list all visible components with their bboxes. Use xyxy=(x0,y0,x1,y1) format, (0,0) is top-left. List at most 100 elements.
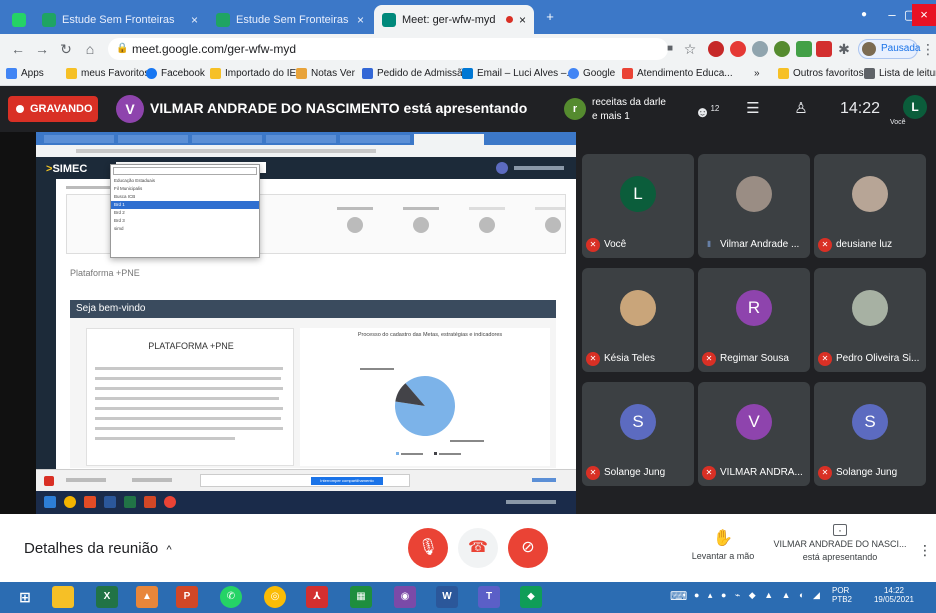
mic-muted-icon: ✕ xyxy=(702,352,716,366)
close-window-button[interactable]: × xyxy=(912,4,936,26)
tab-estude-2[interactable]: Estude Sem Fronteiras × xyxy=(208,5,372,34)
tab-meet[interactable]: Meet: ger-wfw-myd × xyxy=(374,5,534,34)
simec-logo: >SIMEC xyxy=(46,163,88,175)
forward-icon[interactable]: → xyxy=(32,39,52,59)
participant-tile[interactable]: ✕ Késia Teles xyxy=(582,268,694,372)
calculator-icon[interactable]: ▦ xyxy=(350,586,372,608)
pinned-chip[interactable]: r receitas da darle e mais 1 xyxy=(562,92,672,126)
extension-icon[interactable] xyxy=(816,41,832,57)
presenter-status: está apresentando xyxy=(802,552,878,562)
avatar xyxy=(852,176,888,212)
mic-muted-icon: ✕ xyxy=(586,238,600,252)
raise-hand-button[interactable]: ✋ Levantar a mão xyxy=(688,528,758,561)
powerpoint-icon[interactable]: P xyxy=(176,586,198,608)
meeting-details-button[interactable]: Detalhes da reunião ^ xyxy=(24,540,172,557)
bookmark-item[interactable]: Outros favoritos xyxy=(778,68,864,79)
home-icon[interactable]: ⌂ xyxy=(80,39,100,59)
clock[interactable]: 14:22 19/05/2021 xyxy=(868,586,920,604)
extension-icon[interactable] xyxy=(752,41,768,57)
excel-icon[interactable]: X xyxy=(96,586,118,608)
participant-tile[interactable]: S ✕ Solange Jung xyxy=(582,382,694,486)
step-circle xyxy=(347,217,363,233)
participant-tile[interactable]: ✕ Pedro Oliveira Si... xyxy=(814,268,926,372)
extension-icon[interactable] xyxy=(708,41,724,57)
more-options-icon[interactable]: ⋮ xyxy=(918,542,932,559)
whatsapp-icon[interactable]: ✆ xyxy=(220,586,242,608)
language-indicator[interactable]: POR PTB2 xyxy=(832,586,852,604)
new-tab-button[interactable]: + xyxy=(538,6,562,28)
keyboard-icon[interactable]: ⌨ xyxy=(670,589,687,603)
back-icon[interactable]: ← xyxy=(8,39,28,59)
participant-tile[interactable]: V ✕ VILMAR ANDRA... xyxy=(698,382,810,486)
mic-muted-icon: ✕ xyxy=(818,238,832,252)
star-icon[interactable]: ☆ xyxy=(680,39,700,59)
bookmark-item[interactable]: Lista de leitura xyxy=(864,68,936,79)
bookmark-item[interactable]: Atendimento Educa... xyxy=(622,68,733,79)
bookmark-label: Pedido de Admissã... xyxy=(377,68,471,79)
extension-icon[interactable] xyxy=(774,41,790,57)
bookmark-apps[interactable]: Apps xyxy=(6,68,44,79)
photos-icon[interactable]: ◉ xyxy=(394,586,416,608)
participant-tile[interactable]: ⦀ Vilmar Andrade ... xyxy=(698,154,810,258)
avatar: r xyxy=(564,98,586,120)
legend-label-line xyxy=(401,453,423,455)
activities-button[interactable]: ♙ xyxy=(788,97,814,121)
bookmark-item[interactable]: Pedido de Admissã... xyxy=(362,68,471,79)
tab-estude-1[interactable]: Estude Sem Fronteiras × xyxy=(34,5,206,34)
dropdown-item: Fil Municipalis xyxy=(114,186,143,191)
reload-icon[interactable]: ↻ xyxy=(56,39,76,59)
presenter-info-button[interactable]: · VILMAR ANDRADE DO NASCI... está aprese… xyxy=(770,524,910,564)
meeting-details-label: Detalhes da reunião xyxy=(24,540,159,557)
bookmark-label: Apps xyxy=(21,68,44,79)
url-input[interactable]: 🔒 meet.google.com/ger-wfw-myd xyxy=(108,38,668,60)
participant-tile[interactable]: L ✕ Você xyxy=(582,154,694,258)
tray-icons[interactable]: ● ▴ ● ⌁ ◆ ▲ ▲ ◐ ◢ xyxy=(694,590,823,601)
welcome-box: PLATAFORMA +PNE Processo do cadastro das… xyxy=(70,318,556,468)
hang-up-button[interactable]: ☎ xyxy=(458,528,498,568)
more-bookmarks-icon[interactable]: » xyxy=(754,68,760,79)
participant-tile[interactable]: S ✕ Solange Jung xyxy=(814,382,926,486)
bookmark-item[interactable]: Google xyxy=(568,68,615,79)
participant-name: Você xyxy=(604,239,627,250)
puzzle-icon[interactable]: ✱ xyxy=(834,39,854,59)
windows-start-icon[interactable]: ⊞ xyxy=(14,586,36,608)
bookmark-item[interactable]: meus Favoritos xyxy=(66,68,149,79)
mic-off-icon: 🎙 xyxy=(417,539,439,556)
close-tab-icon[interactable]: × xyxy=(357,13,364,27)
chrome-icon[interactable]: ◎ xyxy=(264,586,286,608)
teams-icon[interactable]: T xyxy=(478,586,500,608)
pdf-reader-icon[interactable]: ⅄ xyxy=(306,586,328,608)
bookmark-item[interactable]: Facebook xyxy=(146,68,205,79)
tab-label: Estude Sem Fronteiras xyxy=(62,13,175,26)
people-button[interactable]: ☻12 xyxy=(694,97,720,121)
whatsapp-tab[interactable] xyxy=(6,5,32,34)
bookmark-item[interactable]: Notas Ver xyxy=(296,68,355,79)
chat-button[interactable]: ☰ xyxy=(740,97,766,121)
camera-indicator-icon[interactable]: ■ xyxy=(660,39,680,59)
inner-app-icon xyxy=(44,476,54,486)
app-icon[interactable]: ◆ xyxy=(520,586,542,608)
self-avatar[interactable]: L xyxy=(903,95,927,119)
mic-toggle-button[interactable]: 🎙 xyxy=(408,528,448,568)
camera-toggle-button[interactable]: ⊘ xyxy=(508,528,548,568)
address-bar: ← → ↻ ⌂ 🔒 meet.google.com/ger-wfw-myd ■ … xyxy=(0,34,936,64)
profile-button[interactable]: Pausada xyxy=(858,39,920,59)
avatar-initial: S xyxy=(620,404,656,440)
self-label: Você xyxy=(890,119,906,126)
close-tab-icon[interactable]: × xyxy=(191,13,198,27)
participant-tile[interactable]: R ✕ Regimar Sousa xyxy=(698,268,810,372)
file-explorer-icon[interactable] xyxy=(52,586,74,608)
bookmark-icon xyxy=(362,68,373,79)
opera-icon[interactable] xyxy=(730,41,746,57)
slice-label-line xyxy=(450,440,484,442)
extension-icon[interactable] xyxy=(796,41,812,57)
bookmark-item[interactable]: Email – Luci Alves –... xyxy=(462,68,575,79)
more-icon[interactable]: ⋮ xyxy=(918,39,936,59)
vlc-icon[interactable]: ▲ xyxy=(136,586,158,608)
participant-tile[interactable]: ✕ deusiane luz xyxy=(814,154,926,258)
record-indicator-icon: ● xyxy=(860,9,868,20)
bookmark-item[interactable]: Importado do IE xyxy=(210,68,296,79)
avatar-initial: V xyxy=(736,404,772,440)
close-tab-icon[interactable]: × xyxy=(519,13,526,27)
word-icon[interactable]: W xyxy=(436,586,458,608)
